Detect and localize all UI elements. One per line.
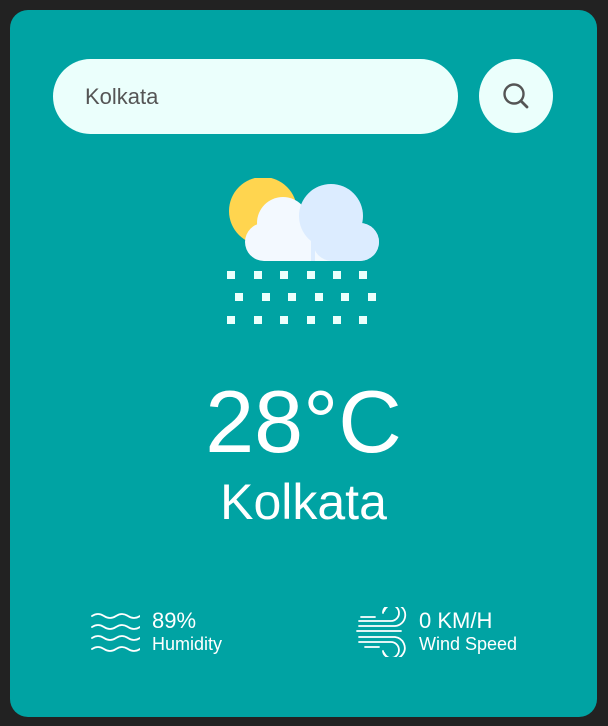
humidity-label: Humidity	[152, 634, 223, 654]
humidity-detail: 89% Humidity	[90, 602, 222, 662]
humidity-waves-icon	[91, 613, 140, 652]
search-icon	[503, 83, 529, 109]
wind-label: Wind Speed	[419, 634, 518, 654]
wind-value: 0 KM/H	[419, 608, 493, 633]
weather-card: 28°C Kolkata 89% Humidity	[10, 10, 597, 717]
search-input[interactable]	[53, 59, 458, 134]
search-bar	[53, 59, 553, 134]
sun-cloud-snow-icon	[227, 178, 379, 324]
temperature: 28°C	[205, 372, 402, 471]
humidity-value: 89%	[152, 608, 197, 633]
search-button[interactable]	[479, 59, 553, 133]
city-name: Kolkata	[220, 474, 387, 530]
wind-icon	[356, 607, 407, 657]
wind-detail: 0 KM/H Wind Speed	[355, 602, 517, 662]
